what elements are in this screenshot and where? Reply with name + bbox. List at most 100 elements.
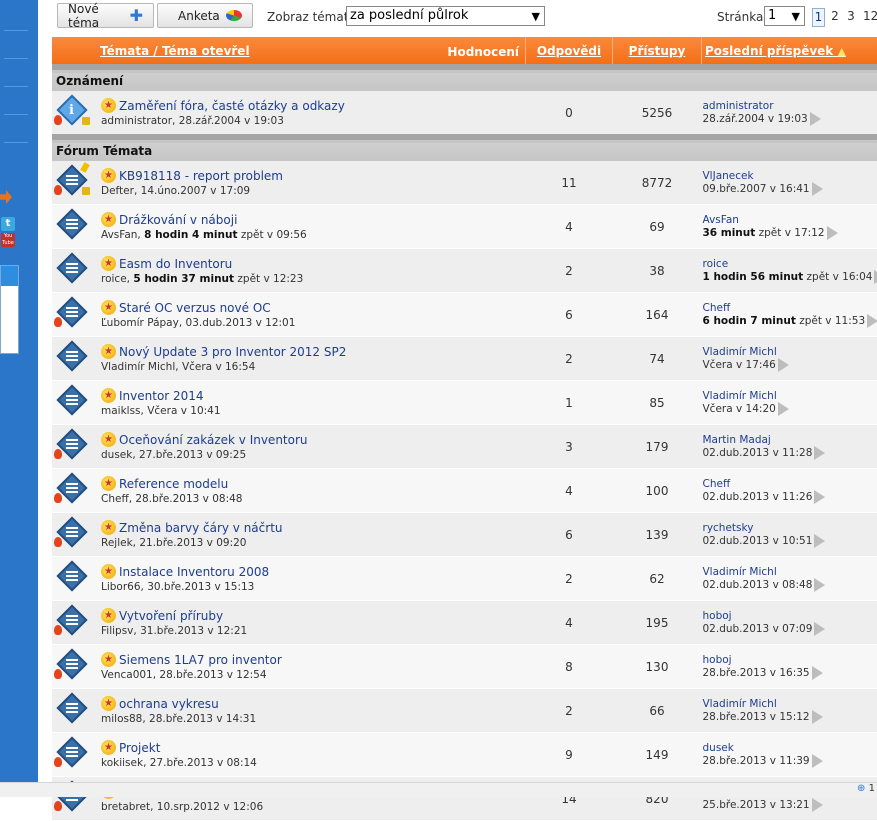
replies-count: 6 [526,293,613,337]
go-to-last-post-icon[interactable] [778,358,789,372]
topic-title-link[interactable]: Drážkování v náboji [119,213,237,227]
go-to-last-post-icon[interactable] [814,578,825,592]
topic-status-icon [58,741,86,769]
topic-author-link[interactable]: roice [101,273,127,285]
go-to-last-post-icon[interactable] [827,226,838,240]
sort-views-link[interactable]: Přístupy [613,37,702,67]
topic-author-link[interactable]: dusek [101,449,132,461]
topic-author-link[interactable]: Libor66 [101,581,141,593]
topic-date: 21.bře.2013 v 09:20 [139,537,246,549]
last-post-user-link[interactable]: AvsFan [703,214,877,226]
go-to-last-post-icon[interactable] [867,314,877,328]
page-link[interactable]: 2 [829,8,841,25]
last-post-user-link[interactable]: rychetsky [703,522,877,534]
topic-author-link[interactable]: Vladimír Michl [101,361,175,373]
topic-author-link[interactable]: Cheff [101,493,129,505]
twitter-icon[interactable]: t [1,217,15,231]
poll-button[interactable]: Anketa [157,3,253,28]
topic-author-link[interactable]: administrator [101,115,172,127]
page-link[interactable]: 12 [863,8,877,25]
go-to-last-post-icon[interactable] [812,666,823,680]
topic-title-link[interactable]: Easm do Inventoru [119,257,232,271]
topic-period-select[interactable]: za poslední půlrok ▼ [346,6,545,26]
go-to-last-post-icon[interactable] [812,182,823,196]
topic-author-link[interactable]: Ľubomír Pápay [101,317,179,329]
go-to-last-post-icon[interactable] [810,112,821,126]
topic-author-link[interactable]: Venca001 [101,669,153,681]
topic-date: Včera v 10:41 [147,405,220,417]
last-post-user-link[interactable]: Vladimír Michl [703,566,877,578]
topic-title-link[interactable]: Staré OC verzus nové OC [119,301,271,315]
zoom-indicator[interactable]: ⊕ 1 [857,783,875,794]
topic-title-link[interactable]: Nový Update 3 pro Inventor 2012 SP2 [119,345,346,359]
last-post-user-link[interactable]: dusek [703,742,877,754]
go-to-last-post-icon[interactable] [814,534,825,548]
last-post-user-link[interactable]: Cheff [703,478,877,490]
hot-fire-icon [54,669,62,679]
last-post-user-link[interactable]: administrator [703,100,877,112]
topic-title-link[interactable]: Zaměření fóra, časté otázky a odkazy [119,99,345,113]
topic-title-link[interactable]: Oceňování zakázek v Inventoru [119,433,308,447]
sort-last-post-link[interactable]: Poslední příspěvek [705,44,833,58]
page-select[interactable]: 1 ▼ [764,6,805,26]
topic-title-line: ★ Projekt [101,740,525,755]
go-to-last-post-icon[interactable] [812,710,823,724]
topic-title-link[interactable]: Reference modelu [119,477,228,491]
last-post-time-line: 6 hodin 7 minut zpět v 11:53 [703,314,877,328]
sort-rating-link[interactable]: Hodnocení [447,45,519,59]
last-post-user-link[interactable]: hoboj [703,610,877,622]
topic-author-link[interactable]: kokiisek [101,757,143,769]
topic-cell: ★ Zaměření fóra, časté otázky a odkazy a… [98,91,526,137]
topic-title-link[interactable]: KB918118 - report problem [119,169,283,183]
sort-topics-link[interactable]: Témata [100,44,149,58]
topic-title-line: ★ Staré OC verzus nové OC [101,300,525,315]
topic-title-link[interactable]: Instalace Inventoru 2008 [119,565,269,579]
go-to-last-post-icon[interactable] [812,754,823,768]
sort-opened-link[interactable]: Téma otevřel [162,44,250,58]
go-to-last-post-icon[interactable] [814,622,825,636]
topic-author-link[interactable]: maiklss [101,405,141,417]
page-link-current[interactable]: 1 [812,8,825,27]
topic-date: 31.bře.2013 v 12:21 [140,625,247,637]
topic-title-link[interactable]: ochrana vykresu [119,697,219,711]
last-post-user-link[interactable]: Vladimír Michl [703,390,877,402]
last-post-user-link[interactable]: hoboj [703,654,877,666]
topic-title-line: ★ Oceňování zakázek v Inventoru [101,432,525,447]
topic-title-link[interactable]: Vytvoření příruby [119,609,223,623]
new-topic-button[interactable]: Nové téma ✚ [57,3,154,28]
topic-title-line: ★ Nový Update 3 pro Inventor 2012 SP2 [101,344,525,359]
topic-title-link[interactable]: Inventor 2014 [119,389,204,403]
go-to-last-post-icon[interactable] [812,798,823,812]
topic-author-link[interactable]: milos88 [101,713,142,725]
go-to-last-post-icon[interactable] [814,446,825,460]
header-last-post-cell: Poslední příspěvek ▲ [702,37,877,67]
go-to-last-post-icon[interactable] [778,402,789,416]
last-post-user-link[interactable]: VlJanecek [703,170,877,182]
topic-author-link[interactable]: Rejlek [101,537,133,549]
topic-title-link[interactable]: Změna barvy čáry v náčrtu [119,521,283,535]
topic-title-link[interactable]: Projekt [119,741,160,755]
topic-cell: ★ Změna barvy čáry v náčrtu Rejlek, 21.b… [98,513,526,557]
go-to-last-post-icon[interactable] [814,490,825,504]
share-arrow-icon[interactable] [0,190,12,204]
sort-replies-link[interactable]: Odpovědi [526,37,613,67]
views-count: 8772 [613,161,702,205]
topic-author-link[interactable]: Defter [101,185,134,197]
last-post-time-line: 09.bře.2007 v 16:41 [703,182,877,196]
topic-author-link[interactable]: bretabret [101,801,150,813]
topic-author-link[interactable]: AvsFan [101,229,137,241]
table-row: ★ ochrana vykresu milos88, 28.bře.2013 v… [52,689,877,733]
last-post-user-link[interactable]: Vladimír Michl [703,346,877,358]
last-post-user-link[interactable]: Vladimír Michl [703,698,877,710]
topic-author-link[interactable]: Filipsv [101,625,133,637]
page-link[interactable]: 3 [845,8,857,25]
topic-cell: ★ ochrana vykresu milos88, 28.bře.2013 v… [98,689,526,733]
youtube-icon[interactable]: YouTube [1,233,15,247]
info-glyph: i [69,103,74,118]
topic-date: 30.bře.2013 v 15:13 [147,581,254,593]
topic-lines-glyph [66,571,78,581]
topic-title-link[interactable]: Siemens 1LA7 pro inventor [119,653,282,667]
last-post-user-link[interactable]: Cheff [703,302,877,314]
last-post-user-link[interactable]: roice [703,258,877,270]
last-post-user-link[interactable]: Martin Madaj [703,434,877,446]
